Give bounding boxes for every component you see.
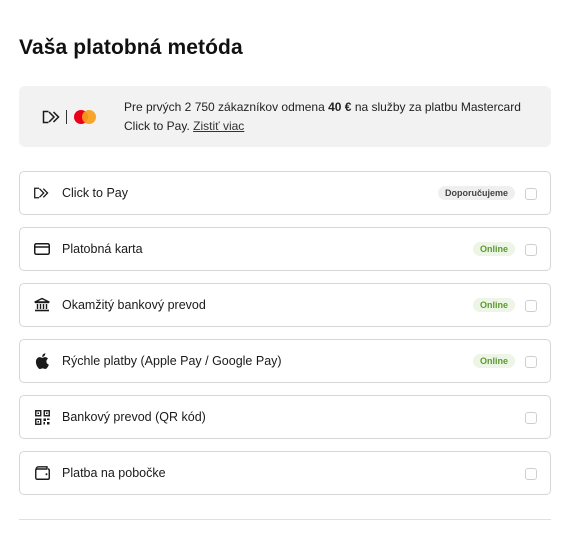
- payment-method-qr-transfer[interactable]: Bankový prevod (QR kód): [19, 395, 551, 439]
- payment-method-label: Bankový prevod (QR kód): [62, 410, 206, 424]
- payment-method-label: Click to Pay: [62, 186, 128, 200]
- payment-method-quick-pay[interactable]: Rýchle platby (Apple Pay / Google Pay) O…: [19, 339, 551, 383]
- qr-code-icon: [33, 408, 51, 426]
- online-badge: Online: [472, 242, 515, 256]
- bank-icon: [33, 296, 51, 314]
- promo-text-before: Pre prvých 2 750 zákazníkov odmena: [124, 100, 329, 114]
- payment-method-list: Click to Pay Doporučujeme Platobná karta…: [19, 171, 551, 507]
- payment-method-checkbox[interactable]: [525, 468, 537, 480]
- payment-method-label: Platba na pobočke: [62, 466, 166, 480]
- payment-method-label: Rýchle platby (Apple Pay / Google Pay): [62, 354, 282, 368]
- online-badge: Online: [472, 298, 515, 312]
- online-badge: Online: [472, 354, 515, 368]
- click-to-pay-icon: [42, 110, 62, 124]
- wallet-icon: [33, 464, 51, 482]
- payment-method-instant-transfer[interactable]: Okamžitý bankový prevod Online: [19, 283, 551, 327]
- page-title: Vaša platobná metóda: [19, 36, 243, 59]
- payment-method-branch[interactable]: Platba na pobočke: [19, 451, 551, 495]
- payment-method-card[interactable]: Platobná karta Online: [19, 227, 551, 271]
- apple-icon: [33, 352, 51, 370]
- payment-method-checkbox[interactable]: [525, 356, 537, 368]
- learn-more-link[interactable]: Zistiť viac: [193, 119, 244, 133]
- credit-card-icon: [33, 240, 51, 258]
- payment-method-checkbox[interactable]: [525, 300, 537, 312]
- payment-method-checkbox[interactable]: [525, 244, 537, 256]
- recommended-badge: Doporučujeme: [437, 186, 515, 200]
- payment-method-label: Okamžitý bankový prevod: [62, 298, 206, 312]
- click-to-pay-icon: [33, 184, 51, 202]
- promo-logos: [42, 108, 98, 126]
- mastercard-logo: [72, 109, 98, 125]
- payment-method-checkbox[interactable]: [525, 188, 537, 200]
- promo-banner: Pre prvých 2 750 zákazníkov odmena 40 € …: [19, 86, 551, 147]
- divider: [19, 519, 551, 520]
- promo-text: Pre prvých 2 750 zákazníkov odmena 40 € …: [124, 98, 544, 136]
- promo-amount: 40 €: [328, 100, 352, 114]
- logo-separator: [66, 110, 67, 124]
- payment-method-click-to-pay[interactable]: Click to Pay Doporučujeme: [19, 171, 551, 215]
- payment-method-label: Platobná karta: [62, 242, 143, 256]
- payment-method-checkbox[interactable]: [525, 412, 537, 424]
